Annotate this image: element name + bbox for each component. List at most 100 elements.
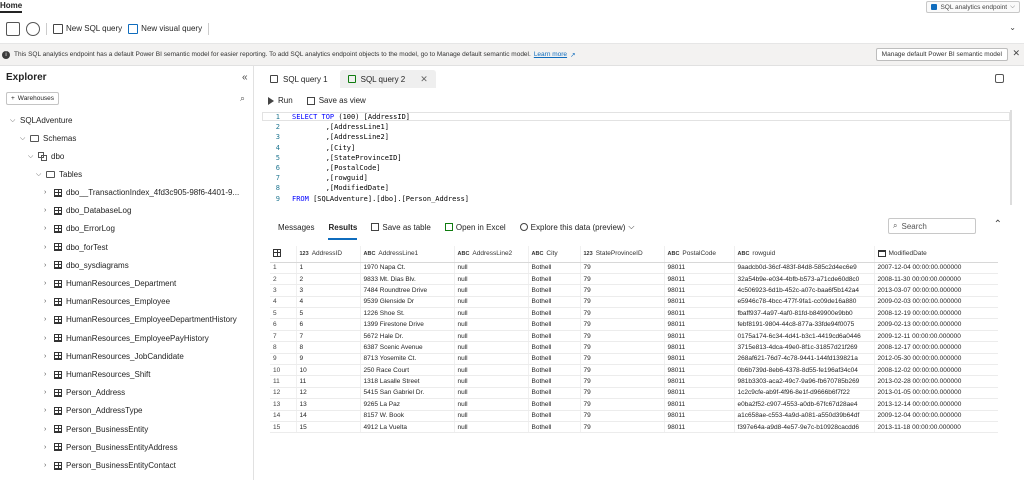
table-row[interactable]: 15 15 4912 La Vuelta null Bothell 79 98011 f397…: [270, 421, 998, 434]
tab-sql-query-2[interactable]: SQL query 2 ✕: [339, 70, 436, 88]
table-row[interactable]: 1 1 1970 Napa Ct. null Bothell 79 98011 9aadcb0…: [270, 262, 998, 274]
tree-node-table[interactable]: › HumanResources_Shift: [44, 370, 150, 379]
row-number[interactable]: 4: [270, 296, 296, 309]
column-header[interactable]: ABC AddressLine2: [453, 246, 528, 263]
row-number[interactable]: 8: [270, 341, 296, 354]
row-number[interactable]: 12: [270, 387, 296, 400]
tree-node-table[interactable]: › Person_BusinessEntityAddress: [44, 443, 178, 452]
column-header[interactable]: ModifiedDate: [873, 246, 998, 263]
explore-data-button[interactable]: Explore this data (preview) ⌵: [519, 216, 634, 238]
tree-node-table[interactable]: › dbo_ErrorLog: [44, 224, 115, 233]
row-number[interactable]: 14: [270, 410, 296, 422]
column-header[interactable]: ABC rowguid: [733, 246, 874, 263]
editor-scrollbar[interactable]: [1010, 110, 1012, 205]
tree-node-table[interactable]: › Person_AddressType: [44, 406, 143, 415]
table-icon: [54, 315, 62, 324]
close-icon[interactable]: ✕: [420, 74, 428, 85]
table-row[interactable]: 2 2 9833 Mt. Dias Blv. null Bothell 79 98011 32…: [270, 273, 998, 286]
tree-node-table[interactable]: › Person_BusinessEntityContact: [44, 461, 176, 470]
tree-node-tables[interactable]: ⌵ Tables: [36, 170, 82, 179]
table-row[interactable]: 4 4 9539 Glenside Dr null Bothell 79 98011 e594…: [270, 296, 998, 309]
save-as-view-button[interactable]: Save as view: [306, 96, 366, 105]
sql-text: ,[AddressLine1]: [292, 123, 389, 132]
table-cell: 2007-12-04 00:00:00.000000: [873, 262, 998, 274]
tree-node-table[interactable]: › HumanResources_EmployeeDepartmentHistor…: [44, 315, 237, 324]
row-number[interactable]: 10: [270, 364, 296, 377]
table-cell: 981b3303-aca2-49c7-9a96-fb670785b269: [733, 375, 874, 388]
new-visual-query-button[interactable]: New visual query: [128, 23, 202, 34]
new-item-icon[interactable]: [6, 21, 20, 36]
table-cell: Bothell: [527, 375, 580, 388]
settings-icon[interactable]: [26, 21, 40, 36]
table-cell: 2013-11-18 00:00:00.000000: [873, 421, 998, 434]
row-number[interactable]: 6: [270, 318, 296, 331]
open-in-excel-button[interactable]: Open in Excel: [444, 216, 506, 238]
table-cell: 79: [579, 284, 664, 297]
tree-node-table[interactable]: › HumanResources_Employee: [44, 297, 170, 306]
learn-more-link[interactable]: Learn more: [534, 51, 567, 58]
tree-node-table[interactable]: › dbo_DatabaseLog: [44, 206, 131, 215]
close-icon[interactable]: ✕: [1012, 48, 1020, 59]
excel-icon: [444, 223, 453, 231]
table-row[interactable]: 5 5 1226 Shoe St. null Bothell 79 98011 fbaff93…: [270, 307, 998, 320]
tree-node-table[interactable]: › dbo_sysdiagrams: [44, 261, 129, 270]
save-as-table-button[interactable]: Save as table: [371, 216, 431, 238]
column-header[interactable]: 123 AddressID: [295, 246, 360, 263]
tab-results[interactable]: Results: [328, 216, 357, 240]
code-line: ,[rowguid]: [292, 174, 368, 182]
table-row[interactable]: 11 11 1318 Lasalle Street null Bothell 79 9801…: [270, 375, 998, 388]
tree-node-table[interactable]: › HumanResources_JobCandidate: [44, 352, 184, 361]
row-number[interactable]: 5: [270, 307, 296, 320]
results-search-input[interactable]: ⌕ Search: [888, 218, 976, 234]
tree-node-table[interactable]: › HumanResources_Department: [44, 279, 176, 288]
tab-messages[interactable]: Messages: [278, 216, 314, 238]
column-header[interactable]: 123 StateProvinceID: [579, 246, 664, 263]
table-row[interactable]: 6 6 1399 Firestone Drive null Bothell 79 98011…: [270, 318, 998, 331]
grid-icon: [273, 248, 281, 257]
tab-home[interactable]: Home: [0, 0, 23, 13]
row-number[interactable]: 3: [270, 284, 296, 297]
expand-icon[interactable]: ⌃: [994, 219, 1002, 230]
tree-node-table[interactable]: › Person_Address: [44, 388, 125, 397]
row-number[interactable]: 1: [270, 262, 296, 274]
manage-semantic-model-button[interactable]: Manage default Power BI semantic model: [875, 48, 1008, 61]
tree-node-table[interactable]: › dbo_forTest: [44, 243, 108, 252]
row-number[interactable]: 2: [270, 273, 296, 286]
table-row[interactable]: 7 7 5672 Hale Dr. null Bothell 79 98011 0175a17…: [270, 330, 998, 343]
tree-node-table[interactable]: › Person_BusinessEntity: [44, 425, 148, 434]
table-row[interactable]: 12 12 5415 San Gabriel Dr. null Bothell 79 980…: [270, 387, 998, 400]
row-number[interactable]: 13: [270, 398, 296, 411]
table-row[interactable]: 10 10 250 Race Court null Bothell 79 98011 0b6b…: [270, 364, 998, 377]
tree-node-schemas[interactable]: ⌵ Schemas: [20, 134, 76, 143]
copy-icon[interactable]: [995, 74, 1004, 83]
row-number[interactable]: 9: [270, 353, 296, 366]
sql-editor[interactable]: 1 SELECT TOP (100) [AddressID] 2 ,[Address…: [262, 110, 1012, 205]
row-number[interactable]: 15: [270, 421, 296, 434]
tree-node-database[interactable]: ⌵ SQLAdventure: [10, 116, 72, 125]
chevron-down-icon[interactable]: ⌄: [1009, 23, 1016, 32]
add-warehouses-button[interactable]: + Warehouses: [6, 92, 60, 105]
column-header[interactable]: ABC PostalCode: [663, 246, 734, 263]
table-row[interactable]: 3 3 7484 Roundtree Drive null Bothell 79 98011…: [270, 284, 998, 297]
new-sql-query-button[interactable]: New SQL query: [53, 23, 122, 34]
column-header[interactable]: ABC City: [527, 246, 580, 263]
tab-sql-query-1[interactable]: SQL query 1: [262, 70, 336, 88]
grid-header-row: 123 AddressID ABC AddressLine1 ABC AddressLin…: [270, 246, 998, 263]
endpoint-selector[interactable]: SQL analytics endpoint ⌵: [926, 1, 1020, 13]
tree-node-dbo[interactable]: ⌵ dbo: [28, 152, 64, 161]
grid-corner[interactable]: [270, 246, 296, 263]
column-header[interactable]: ABC AddressLine1: [359, 246, 454, 263]
run-button[interactable]: Run: [268, 96, 293, 105]
sql-text: ,[City]: [292, 143, 356, 152]
table-row[interactable]: 13 13 9265 La Paz null Bothell 79 98011 e0ba2f5…: [270, 398, 998, 411]
tree-node-table[interactable]: › HumanResources_EmployeePayHistory: [44, 334, 209, 343]
search-icon[interactable]: ⌕: [240, 93, 245, 104]
tree-node-table[interactable]: › dbo__TransactionIndex_4fd3c905-98f6-440…: [44, 188, 239, 197]
table-row[interactable]: 14 14 8157 W. Book null Bothell 79 98011 a1c658…: [270, 410, 998, 422]
row-number[interactable]: 7: [270, 330, 296, 343]
row-number[interactable]: 11: [270, 375, 296, 388]
collapse-icon[interactable]: «: [242, 72, 248, 83]
table-row[interactable]: 8 8 6387 Scenic Avenue null Bothell 79 98011 37…: [270, 341, 998, 354]
table-cell: 0175a174-6c34-4d41-b3c1-4419cd6a0446: [733, 330, 874, 343]
table-row[interactable]: 9 9 8713 Yosemite Ct. null Bothell 79 98011 268…: [270, 353, 998, 366]
